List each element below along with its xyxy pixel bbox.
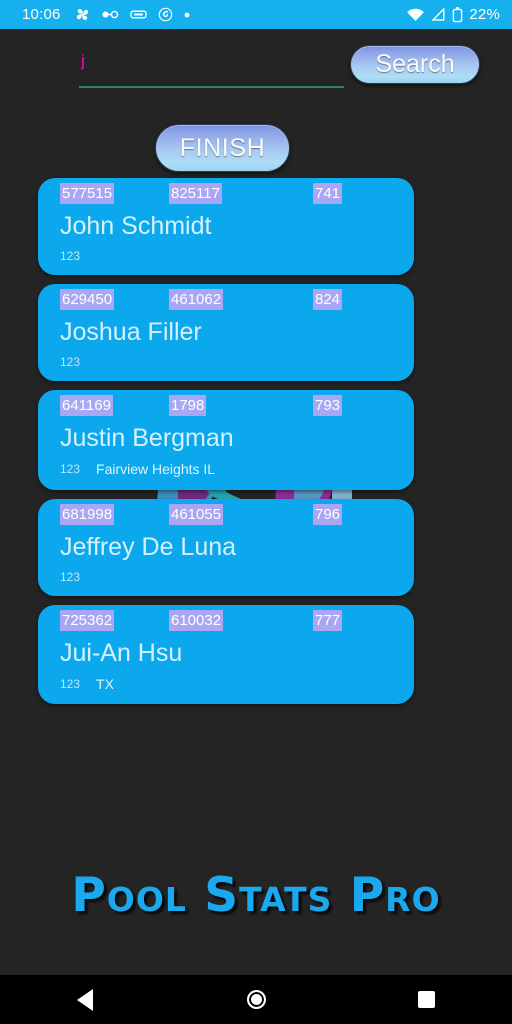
card-number-mid: 461055 [169,504,224,525]
app-brand-logo: Pool Stats Pro [71,868,441,923]
search-input[interactable] [79,48,344,79]
battery-percent-label: 22% [469,6,500,23]
nav-back-button[interactable] [0,975,171,1024]
player-name: Justin Bergman [60,424,234,452]
battery-icon [453,6,463,22]
card-footer-location: Fairview Heights IL [96,461,216,477]
card-top-numbers: 629450 461062 824 [52,289,400,311]
fan-icon [76,8,88,21]
card-footer: 123 Fairview Heights IL [52,455,400,477]
card-number-right: 796 [313,504,343,525]
home-circle-icon [246,990,266,1009]
player-name: John Schmidt [60,212,212,240]
card-number-right: 777 [313,610,343,631]
card-footer-number: 123 [60,677,81,691]
card-number-left: 681998 [60,504,115,525]
card-top-numbers: 641169 1798 793 [52,395,400,417]
status-bar-left-icons [75,7,190,22]
card-number-mid: 610032 [169,610,224,631]
table-row[interactable]: 629450 461062 824 Joshua Filler 123 [38,284,414,381]
player-name: Jeffrey De Luna [60,533,237,561]
card-footer: 123 [52,243,400,264]
player-name: Jui-An Hsu [60,639,183,667]
card-number-mid: 461062 [169,289,224,310]
cell-signal-icon [431,7,445,21]
search-field-wrapper [79,48,344,96]
player-result-list: 577515 825117 741 John Schmidt 123 62945… [0,178,512,713]
app-root: 10:06 22% j Search FINISH 577515 825117 … [0,0,512,1024]
finish-button[interactable]: FINISH [155,124,290,172]
card-top-numbers: 681998 461055 796 [52,504,400,526]
card-top-numbers: 577515 825117 741 [52,183,400,205]
back-triangle-icon [77,988,94,1011]
card-footer-number: 123 [60,570,81,584]
card-number-right: 741 [313,183,343,204]
dot-icon [184,12,189,17]
recents-square-icon [418,991,436,1008]
status-bar-clock: 10:06 [22,6,61,23]
player-name: Joshua Filler [60,318,202,346]
status-bar: 10:06 22% [0,0,512,29]
search-input-underline [79,86,344,88]
card-number-left: 641169 [60,395,113,416]
card-footer-number: 123 [60,355,81,369]
infinity-icon [101,10,118,19]
nav-recents-button[interactable] [341,975,512,1024]
wifi-icon [407,8,425,21]
card-number-left: 725362 [60,610,115,631]
card-number-mid: 1798 [169,395,207,416]
card-footer: 123 [52,564,400,585]
card-footer: 123 [52,349,400,370]
card-footer-number: 123 [60,249,81,263]
do-not-disturb-icon [158,7,172,22]
table-row[interactable]: 641169 1798 793 Justin Bergman 123 Fairv… [38,390,414,490]
status-bar-right-icons: 22% [406,6,500,23]
card-top-numbers: 725362 610032 777 [52,610,400,632]
card-footer-location: TX [96,676,114,692]
card-footer: 123 TX [52,670,400,692]
table-row[interactable]: 725362 610032 777 Jui-An Hsu 123 TX [38,605,414,704]
search-button[interactable]: Search [350,45,480,84]
card-footer-number: 123 [60,462,81,476]
table-row[interactable]: 577515 825117 741 John Schmidt 123 [38,178,414,275]
card-number-left: 629450 [60,289,115,310]
card-number-right: 793 [313,395,343,416]
card-number-mid: 825117 [169,183,222,204]
sim-card-icon [129,10,147,19]
table-row[interactable]: 681998 461055 796 Jeffrey De Luna 123 [38,499,414,596]
android-navigation-bar [0,975,512,1024]
card-number-right: 824 [313,289,343,310]
card-number-left: 577515 [60,183,115,204]
nav-home-button[interactable] [171,975,342,1024]
